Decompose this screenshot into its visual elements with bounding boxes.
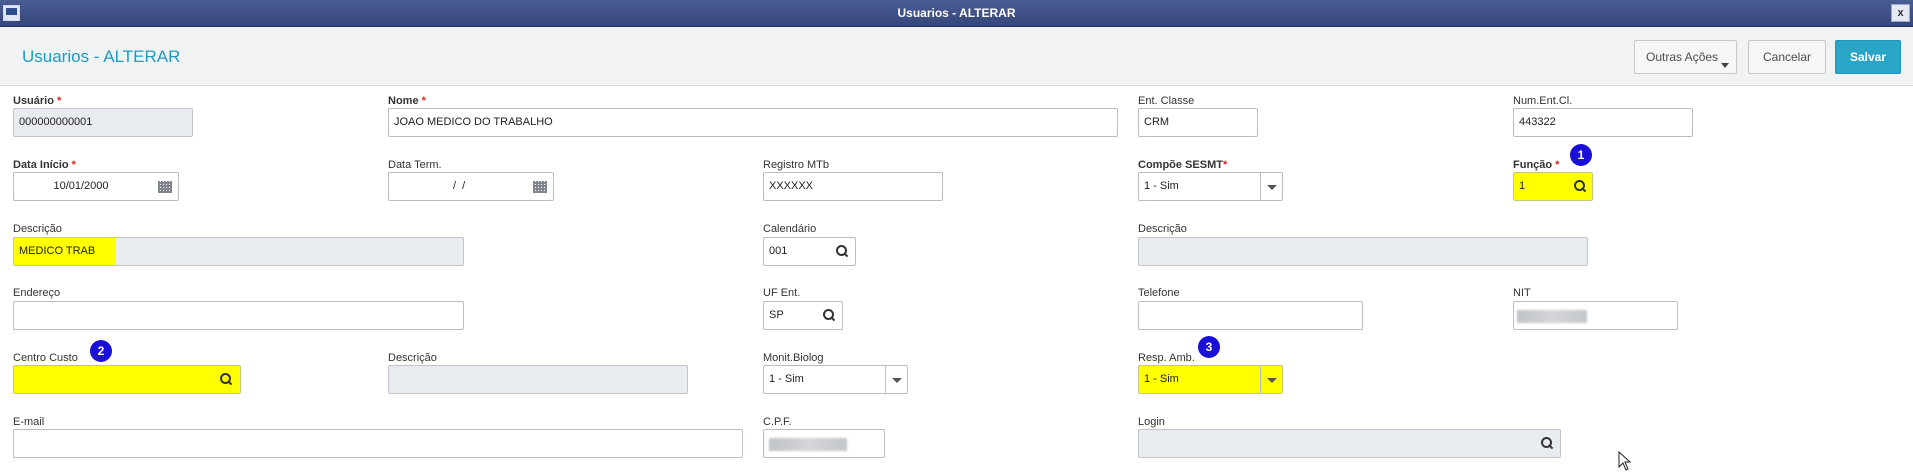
data-term-field[interactable]: / /	[388, 172, 554, 201]
descricao-funcao-label: Descrição	[13, 223, 62, 235]
monit-biolog-select[interactable]: 1 - Sim	[763, 365, 908, 394]
data-inicio-field[interactable]: 10/01/2000	[13, 172, 179, 201]
nome-label: Nome *	[388, 95, 426, 107]
centro-custo-label: Centro Custo	[13, 352, 78, 364]
select-divider	[1260, 366, 1261, 393]
resp-amb-select[interactable]: 1 - Sim	[1138, 365, 1283, 394]
data-inicio-label: Data Início *	[13, 159, 76, 171]
descricao-calendario-field	[1138, 237, 1588, 266]
descricao-calendario-label: Descrição	[1138, 223, 1187, 235]
funcao-label: Função *	[1513, 159, 1560, 171]
cpf-field[interactable]	[763, 429, 885, 458]
annotation-badge-3: 3	[1198, 336, 1220, 358]
telefone-field[interactable]	[1138, 301, 1363, 330]
descricao-cc-field	[388, 365, 688, 394]
usuario-field[interactable]: 000000000001	[13, 108, 193, 137]
window-titlebar: Usuarios - ALTERAR x	[0, 0, 1913, 27]
email-label: E-mail	[13, 416, 45, 428]
chevron-down-icon[interactable]	[892, 378, 902, 383]
nome-field[interactable]: JOAO MEDICO DO TRABALHO	[388, 108, 1118, 137]
page-header: Usuarios - ALTERAR Outras Ações Cancelar…	[0, 27, 1913, 86]
ent-classe-label: Ent. Classe	[1138, 95, 1195, 107]
registro-mtb-label: Registro MTb	[763, 159, 830, 171]
monit-biolog-label: Monit.Biolog	[763, 352, 824, 364]
telefone-label: Telefone	[1138, 287, 1180, 299]
search-icon[interactable]	[1574, 180, 1586, 192]
calendar-icon[interactable]	[158, 181, 172, 193]
centro-custo-field[interactable]	[13, 365, 241, 394]
num-ent-cl-field[interactable]: 443322	[1513, 108, 1693, 137]
chevron-down-icon[interactable]	[1267, 378, 1277, 383]
chevron-down-icon	[1721, 63, 1729, 68]
annotation-badge-1: 1	[1570, 144, 1592, 166]
login-field[interactable]	[1138, 429, 1561, 458]
uf-ent-label: UF Ent.	[763, 287, 801, 299]
search-icon[interactable]	[1541, 437, 1553, 449]
window-title: Usuarios - ALTERAR	[897, 6, 1016, 20]
select-divider	[1260, 173, 1261, 200]
resp-amb-label: Resp. Amb.	[1138, 352, 1195, 364]
outras-acoes-button[interactable]: Outras Ações	[1634, 40, 1737, 74]
nit-label: NIT	[1513, 287, 1531, 299]
page-title: Usuarios - ALTERAR	[22, 47, 181, 66]
descricao-cc-label: Descrição	[388, 352, 437, 364]
outras-acoes-label: Outras Ações	[1646, 50, 1719, 64]
data-term-label: Data Term.	[388, 159, 442, 171]
endereco-field[interactable]	[13, 301, 464, 330]
endereco-label: Endereço	[13, 287, 61, 299]
window-close-button[interactable]: x	[1891, 4, 1910, 22]
cancel-button[interactable]: Cancelar	[1748, 40, 1826, 74]
select-divider	[885, 366, 886, 393]
usuario-label: Usuário *	[13, 95, 62, 107]
nit-field[interactable]	[1513, 301, 1678, 330]
calendario-label: Calendário	[763, 223, 817, 235]
funcao-field[interactable]: 1	[1513, 172, 1593, 201]
chevron-down-icon[interactable]	[1267, 185, 1277, 190]
num-ent-cl-label: Num.Ent.Cl.	[1513, 95, 1573, 107]
save-button[interactable]: Salvar	[1835, 40, 1901, 74]
ent-classe-field[interactable]: CRM	[1138, 108, 1258, 137]
annotation-badge-2: 2	[90, 340, 112, 362]
search-icon[interactable]	[220, 373, 232, 385]
registro-mtb-field[interactable]: XXXXXX	[763, 172, 943, 201]
cpf-label: C.P.F.	[763, 416, 792, 428]
search-icon[interactable]	[836, 245, 848, 257]
calendario-field[interactable]: 001	[763, 237, 856, 266]
login-label: Login	[1138, 416, 1165, 428]
email-field[interactable]	[13, 429, 743, 458]
search-icon[interactable]	[823, 309, 835, 321]
descricao-funcao-field: MEDICO TRAB	[13, 237, 464, 266]
redacted-value	[769, 438, 847, 451]
compoe-sesmt-label: Compõe SESMT*	[1138, 159, 1228, 171]
redacted-value	[1517, 310, 1587, 323]
uf-ent-field[interactable]: SP	[763, 301, 843, 330]
calendar-icon[interactable]	[533, 181, 547, 193]
compoe-sesmt-select[interactable]: 1 - Sim	[1138, 172, 1283, 201]
